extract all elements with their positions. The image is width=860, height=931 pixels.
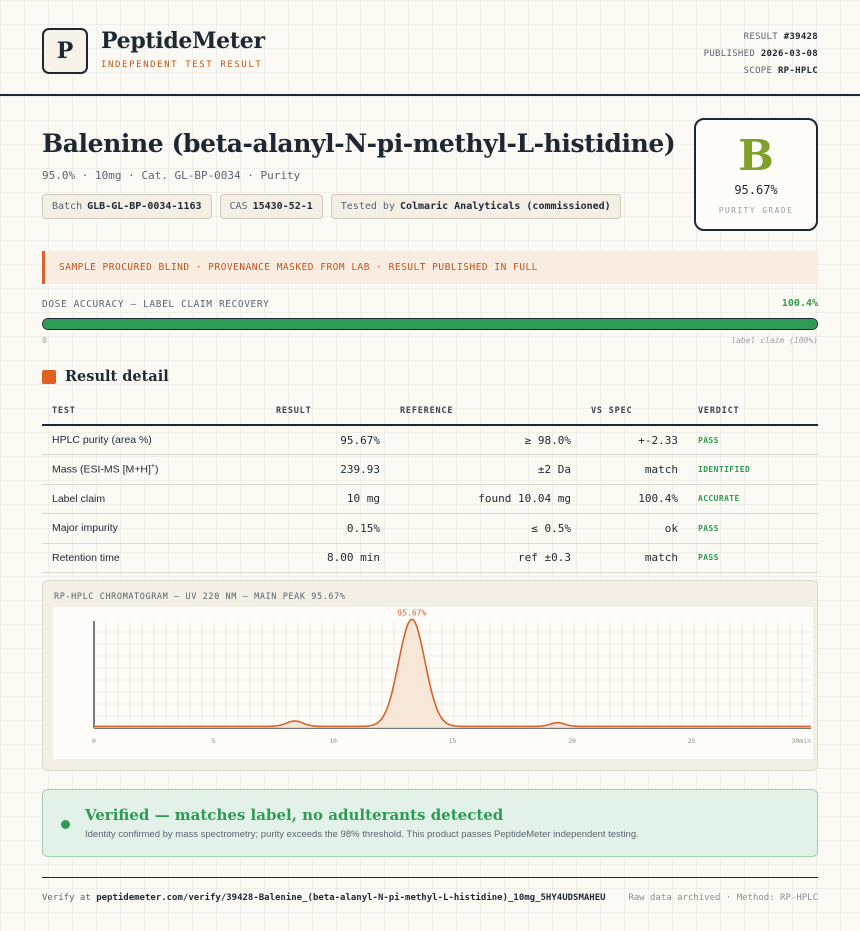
col-header-reference: REFERENCE xyxy=(390,398,581,426)
batch-chip: Batch GLB-GL-BP-0034-1163 xyxy=(42,194,212,219)
result-meta: RESULT #39428 PUBLISHED 2026-03-08 SCOPE… xyxy=(704,29,818,80)
cell-result: 8.00 min xyxy=(266,543,390,573)
cell-vs-spec: 100.4% xyxy=(581,484,688,514)
verify-prefix: Verify at xyxy=(42,893,91,903)
dose-accuracy-bar xyxy=(42,318,818,330)
cell-test: HPLC purity (area %) xyxy=(42,425,266,455)
blind-sample-notice: SAMPLE PROCURED BLIND · PROVENANCE MASKE… xyxy=(42,251,818,284)
result-id: #39428 xyxy=(783,32,818,42)
chart-title: RP-HPLC CHROMATOGRAM — UV 220 NM — MAIN … xyxy=(54,592,346,602)
footer-verify: Verify at peptidemeter.com/verify/39428-… xyxy=(42,893,606,903)
chip-value: GLB-GL-BP-0034-1163 xyxy=(87,201,202,212)
dose-accuracy-bar-fill xyxy=(43,319,817,329)
cell-verdict: ACCURATE xyxy=(688,484,818,514)
product-subtitle: 95.0% · 10mg · Cat. GL-BP-0034 · Purity xyxy=(42,169,301,182)
chart-tick-label: 20 xyxy=(568,737,576,745)
result-id-line: RESULT #39428 xyxy=(704,29,818,46)
cell-verdict: PASS xyxy=(688,425,818,455)
cas-chip: CAS 15430-52-1 xyxy=(219,194,323,219)
chromatogram-chart: 95.67% 0 5 10 15 20 25 30min xyxy=(53,607,813,759)
chip-label: Tested by xyxy=(340,201,395,212)
cell-vs-spec: match xyxy=(581,543,688,573)
cell-result: 0.15% xyxy=(266,513,390,544)
verify-link[interactable]: peptidemeter.com/verify/39428-Balenine_(… xyxy=(96,893,605,903)
cell-reference: ref ±0.3 xyxy=(390,543,581,573)
purity-grade-card: B 95.67% PURITY GRADE xyxy=(694,118,818,231)
chart-tick-label: 5 xyxy=(212,737,216,745)
cell-result: 95.67% xyxy=(266,425,390,455)
published-label: PUBLISHED xyxy=(703,49,756,59)
cell-test: Retention time xyxy=(42,543,266,573)
chart-tick-label: 30min xyxy=(791,737,811,745)
brand-name: PeptideMeter xyxy=(101,28,265,54)
section-marker-icon xyxy=(42,370,56,384)
chart-tick-label: 10 xyxy=(329,737,337,745)
col-header-vs-spec: VS SPEC xyxy=(581,398,688,426)
chart-plot-background xyxy=(53,607,813,759)
dose-accuracy-value: 100.4% xyxy=(781,298,818,309)
cell-verdict: PASS xyxy=(688,513,818,544)
chip-value: 15430-52-1 xyxy=(252,201,313,212)
table-row: HPLC purity (area %) 95.67% ≥ 98.0% +-2.… xyxy=(42,425,818,455)
cell-verdict: PASS xyxy=(688,543,818,573)
grade-value: 95.67% xyxy=(734,183,778,197)
table-header-row: TEST RESULT REFERENCE VS SPEC VERDICT xyxy=(42,398,818,426)
cell-vs-spec: +-2.33 xyxy=(581,425,688,455)
table-row: Major impurity 0.15% ≤ 0.5% ok PASS xyxy=(42,513,818,544)
cell-verdict: IDENTIFIED xyxy=(688,454,818,485)
bar-min-label: 0 xyxy=(42,336,47,345)
cell-reference: ±2 Da xyxy=(390,454,581,485)
chip-label: Batch xyxy=(52,201,83,212)
verified-title: Verified — matches label, no adulterants… xyxy=(85,806,504,824)
table-row: Mass (ESI-MS [M+H]+) 239.93 ±2 Da match … xyxy=(42,454,818,485)
verified-text: Identity confirmed by mass spectrometry;… xyxy=(85,829,639,840)
footer-method: Raw data archived · Method: RP-HPLC xyxy=(628,893,818,903)
chart-tick-label: 0 xyxy=(92,737,96,745)
published-line: PUBLISHED 2026-03-08 xyxy=(704,46,818,63)
result-label: RESULT xyxy=(743,32,778,42)
cell-reference: ≤ 0.5% xyxy=(390,513,581,544)
section-title: Result detail xyxy=(65,368,169,385)
cell-test: Major impurity xyxy=(42,513,266,544)
cell-test-text: Mass (ESI-MS [M+H] xyxy=(52,463,151,476)
cell-test: Mass (ESI-MS [M+H]+) xyxy=(42,454,266,485)
verified-dot-icon xyxy=(61,820,70,829)
grade-label: PURITY GRADE xyxy=(718,206,794,215)
published-date: 2026-03-08 xyxy=(760,49,818,59)
grade-letter: B xyxy=(738,131,774,180)
chromatogram-card: RP-HPLC CHROMATOGRAM — UV 220 NM — MAIN … xyxy=(42,580,818,771)
chart-tick-label: 15 xyxy=(449,737,457,745)
verified-banner: Verified — matches label, no adulterants… xyxy=(42,789,818,857)
cell-reference: ≥ 98.0% xyxy=(390,425,581,455)
scope-value: RP-HPLC xyxy=(777,66,818,76)
product-chips: Batch GLB-GL-BP-0034-1163 CAS 15430-52-1 T… xyxy=(42,194,621,219)
cell-test: Label claim xyxy=(42,484,266,514)
cell-result: 239.93 xyxy=(266,454,390,485)
product-title: Balenine (beta-alanyl-N-pi-methyl-L-hist… xyxy=(42,129,676,158)
cell-vs-spec: ok xyxy=(581,513,688,544)
page-header: P PeptideMeter INDEPENDENT TEST RESULT R… xyxy=(0,0,860,96)
brand-subtitle: INDEPENDENT TEST RESULT xyxy=(101,60,263,70)
bar-max-label: label claim (100%) xyxy=(731,336,818,345)
col-header-test: TEST xyxy=(42,398,266,426)
footer-divider xyxy=(42,877,818,878)
scope-label: SCOPE xyxy=(743,66,773,76)
chip-value: Colmaric Analyticals (commissioned) xyxy=(399,201,611,212)
result-table: TEST RESULT REFERENCE VS SPEC VERDICT HP… xyxy=(42,398,818,573)
chart-peak-annotation: 95.67% xyxy=(397,608,426,617)
cell-vs-spec: match xyxy=(581,454,688,485)
col-header-result: RESULT xyxy=(266,398,390,426)
table-row: Label claim 10 mg found 10.04 mg 100.4% … xyxy=(42,484,818,514)
table-row: Retention time 8.00 min ref ±0.3 match P… xyxy=(42,543,818,573)
dose-accuracy-label: DOSE ACCURACY — LABEL CLAIM RECOVERY xyxy=(42,299,270,310)
col-header-verdict: VERDICT xyxy=(688,398,818,426)
logo-icon: P xyxy=(42,28,88,74)
cell-test-end: ) xyxy=(154,463,159,476)
scope-line: SCOPE RP-HPLC xyxy=(704,63,818,80)
chart-tick-label: 25 xyxy=(688,737,696,745)
tested-by-chip: Tested by Colmaric Analyticals (commissio… xyxy=(330,194,621,219)
cell-reference: found 10.04 mg xyxy=(390,484,581,514)
chip-label: CAS xyxy=(229,201,248,212)
cell-result: 10 mg xyxy=(266,484,390,514)
